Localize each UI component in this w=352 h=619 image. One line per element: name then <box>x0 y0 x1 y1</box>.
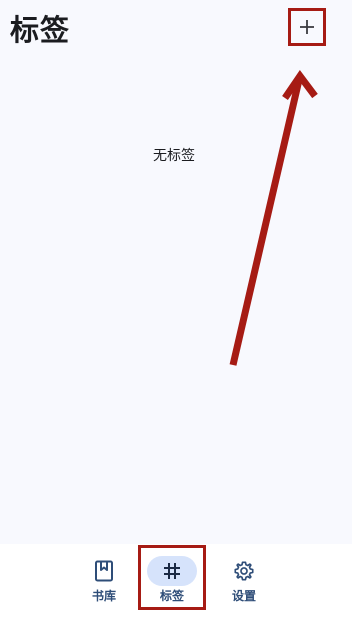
hashtag-icon <box>164 563 180 579</box>
nav-label: 标签 <box>159 589 184 603</box>
annotation-arrow <box>229 69 318 366</box>
bookmark-book-icon <box>95 560 113 582</box>
add-tag-button[interactable] <box>288 8 326 46</box>
page-title: 标签 <box>10 13 71 47</box>
nav-label: 书库 <box>91 589 116 603</box>
plus-icon <box>300 20 314 34</box>
nav-label: 设置 <box>231 589 256 603</box>
nav-item-library[interactable]: 书库 <box>78 544 130 619</box>
nav-pill <box>79 556 129 586</box>
nav-pill <box>219 556 269 586</box>
nav-item-settings[interactable]: 设置 <box>218 544 270 619</box>
nav-item-tags[interactable]: 标签 <box>138 545 206 610</box>
bottom-navigation: 书库 标签 设置 <box>0 544 352 619</box>
gear-icon <box>234 561 254 581</box>
empty-state-text: 无标签 <box>153 148 195 164</box>
tags-screen: 标签 无标签 书库 标签 设置 <box>0 0 352 619</box>
nav-pill-active <box>147 556 197 586</box>
